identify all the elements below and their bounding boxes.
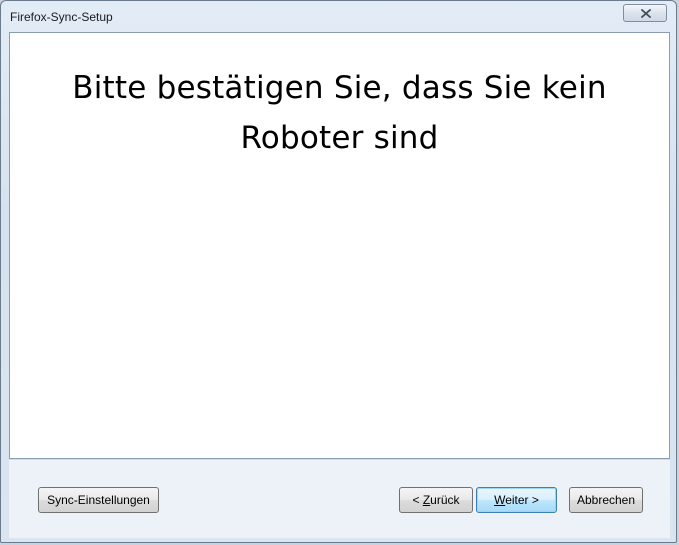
close-button[interactable] [623,4,667,22]
cancel-button[interactable]: Abbrechen [569,487,643,513]
back-button-prefix: < [412,493,423,507]
title-bar[interactable]: Firefox-Sync-Setup [1,1,676,31]
dialog-window: Firefox-Sync-Setup Bitte bestätigen Sie,… [0,0,677,543]
back-button-label: urück [430,493,460,507]
back-button[interactable]: < Zurück [399,487,473,513]
window-title: Firefox-Sync-Setup [10,10,113,24]
next-button[interactable]: Weiter > [476,487,557,513]
wizard-button-bar: Sync-Einstellungen < Zurück Weiter > Abb… [9,459,670,538]
page-heading: Bitte bestätigen Sie, dass Sie kein Robo… [72,70,607,156]
next-button-label: eiter > [505,493,539,507]
next-button-accelerator: W [494,493,506,507]
sync-settings-button[interactable]: Sync-Einstellungen [38,487,159,513]
close-icon [641,9,651,18]
wizard-content-pane: Bitte bestätigen Sie, dass Sie kein Robo… [9,32,670,459]
